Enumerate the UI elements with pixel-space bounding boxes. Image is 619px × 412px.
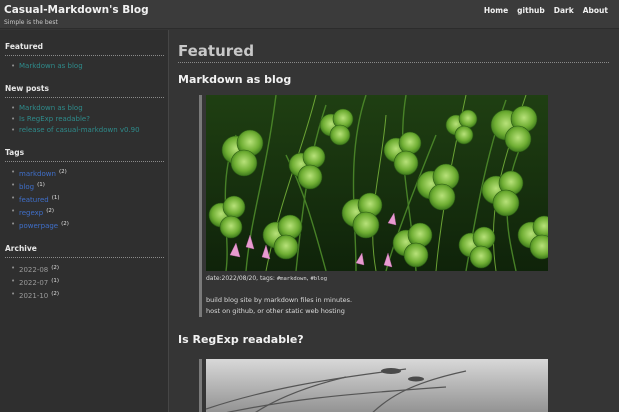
list-item: Is RegExp readable?: [11, 114, 163, 125]
sidebar-featured: Featured Markdown as blog: [5, 42, 164, 80]
list-item: release of casual-markdown v0.90: [11, 125, 163, 136]
sidebar-new-posts: New posts Markdown as blog Is RegExp rea…: [5, 84, 164, 144]
post-meta: date:2022/08/20, tags: #markdown, #blog: [206, 275, 545, 282]
list-item: 2022-08(2): [11, 263, 163, 276]
archive-link[interactable]: 2022-08: [19, 266, 48, 274]
tag-count: (2): [46, 208, 55, 214]
archive-count: (2): [51, 291, 60, 297]
tag-count: (1): [51, 195, 60, 201]
post-description: build blog site by markdown files in min…: [206, 295, 545, 317]
page-title: Featured: [178, 42, 609, 63]
tag-link[interactable]: powerpage: [19, 222, 58, 230]
site-header: Casual-Markdown's Blog Simple is the bes…: [0, 0, 619, 29]
tag-link[interactable]: blog: [19, 183, 34, 191]
list-item: blog(1): [11, 180, 163, 193]
post-blockquote: [199, 359, 548, 412]
post-date-tags: date:2022/08/20, tags:: [206, 275, 277, 282]
archive-count: (2): [51, 265, 60, 271]
sidebar: Featured Markdown as blog New posts Mark…: [0, 30, 169, 412]
clover-photo: [206, 95, 548, 271]
post-desc-line: host on github, or other static web host…: [206, 307, 345, 315]
sidebar-featured-title: Featured: [5, 42, 164, 56]
list-item: regexp(2): [11, 206, 163, 219]
post-title[interactable]: Markdown as blog: [178, 73, 619, 86]
new-post-link[interactable]: release of casual-markdown v0.90: [19, 126, 140, 134]
tag-link[interactable]: markdown: [19, 170, 56, 178]
post-title[interactable]: Is RegExp readable?: [178, 333, 619, 346]
featured-link[interactable]: Markdown as blog: [19, 62, 83, 70]
grayscale-photo: [206, 359, 548, 412]
list-item: powerpage(2): [11, 219, 163, 232]
site-subtitle: Simple is the best: [4, 19, 58, 26]
tag-count: (2): [58, 169, 67, 175]
nav-dark[interactable]: Dark: [554, 6, 574, 15]
tag-link[interactable]: regexp: [19, 209, 43, 217]
archive-link[interactable]: 2022-07: [19, 279, 48, 287]
nav-github[interactable]: github: [517, 6, 545, 15]
post-tag[interactable]: #markdown: [277, 276, 307, 282]
list-item: Markdown as blog: [11, 103, 163, 114]
archive-count: (1): [51, 278, 60, 284]
list-item: 2022-07(1): [11, 276, 163, 289]
new-post-link[interactable]: Is RegExp readable?: [19, 115, 90, 123]
list-item: Markdown as blog: [11, 61, 163, 72]
site-title[interactable]: Casual-Markdown's Blog: [4, 4, 149, 16]
main-content: Featured Markdown as blog date:2022/08/2…: [170, 30, 619, 412]
list-item: 2021-10(2): [11, 289, 163, 302]
list-item: markdown(2): [11, 167, 163, 180]
nav-home[interactable]: Home: [484, 6, 508, 15]
sidebar-archive-title: Archive: [5, 244, 164, 258]
sidebar-new-posts-title: New posts: [5, 84, 164, 98]
tag-count: (1): [37, 182, 45, 188]
tag-count: (2): [61, 221, 69, 227]
new-post-link[interactable]: Markdown as blog: [19, 104, 83, 112]
post-tag[interactable]: #blog: [310, 276, 327, 282]
nav-about[interactable]: About: [583, 6, 608, 15]
post-desc-line: build blog site by markdown files in min…: [206, 296, 353, 304]
list-item: featured(1): [11, 193, 163, 206]
tag-link[interactable]: featured: [19, 196, 49, 204]
sidebar-archive: Archive 2022-08(2) 2022-07(1) 2021-10(2): [5, 244, 164, 310]
sidebar-tags: Tags markdown(2) blog(1) featured(1) reg…: [5, 148, 164, 240]
post-blockquote: date:2022/08/20, tags: #markdown, #blog …: [199, 95, 548, 317]
top-nav: Home github Dark About: [484, 6, 608, 15]
sidebar-tags-title: Tags: [5, 148, 164, 162]
archive-link[interactable]: 2021-10: [19, 292, 48, 300]
